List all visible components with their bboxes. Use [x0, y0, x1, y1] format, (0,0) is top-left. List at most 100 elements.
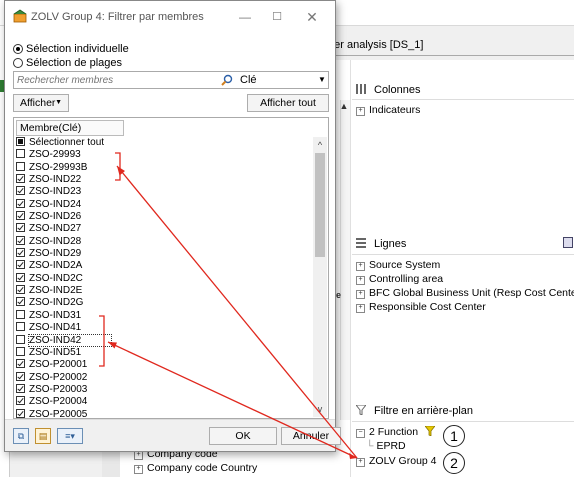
checked-checkbox[interactable] — [16, 359, 25, 369]
filter-active-icon — [424, 425, 436, 440]
select-all-item[interactable]: Sélectionner tout — [16, 137, 312, 149]
member-item[interactable]: ZSO-P20002 — [16, 371, 312, 384]
scroll-down-icon[interactable]: v — [313, 403, 327, 415]
scroll-thumb[interactable] — [315, 153, 325, 257]
maximize-icon[interactable]: ☐ — [268, 9, 286, 25]
title-separator — [325, 55, 574, 56]
member-item[interactable]: ZSO-IND23 — [16, 186, 312, 198]
columns-label: Colonnes — [374, 84, 421, 96]
list-options-icon[interactable]: ≡▾ — [57, 428, 83, 444]
expand-icon[interactable]: + — [356, 276, 365, 285]
expand-icon[interactable]: + — [134, 451, 143, 460]
member-item[interactable]: ZSO-IND42 — [16, 333, 312, 347]
chevron-down-icon[interactable]: ▼ — [316, 73, 328, 87]
cancel-button[interactable]: Annuler — [281, 427, 341, 445]
dialog-footer: ⧉ ▤ ≡▾ OK Annuler — [5, 419, 341, 451]
search-mode-value[interactable]: Clé — [240, 73, 257, 87]
mid-scrollbar[interactable] — [340, 100, 350, 420]
unchecked-checkbox[interactable] — [16, 322, 25, 332]
minimize-icon[interactable]: — — [236, 9, 254, 25]
checked-checkbox[interactable] — [16, 371, 25, 381]
checked-checkbox[interactable] — [16, 260, 25, 270]
tree-item-bfc-gbu[interactable]: + BFC Global Business Unit (Resp Cost Cen… — [356, 286, 574, 300]
member-search-input[interactable] — [17, 73, 207, 87]
checked-checkbox[interactable] — [16, 383, 25, 393]
member-item[interactable]: ZSO-IND24 — [16, 198, 312, 211]
member-item[interactable]: ZSO-29993 — [16, 149, 312, 161]
checked-checkbox[interactable] — [16, 186, 25, 196]
tree-item-indicators[interactable]: + Indicateurs — [356, 103, 420, 117]
member-item[interactable]: ZSO-P20003 — [16, 383, 312, 396]
member-label: ZSO-IND31 — [29, 309, 82, 321]
unchecked-checkbox[interactable] — [16, 309, 25, 319]
radio-selected-icon[interactable] — [13, 44, 23, 54]
member-item[interactable]: ZSO-IND22 — [16, 174, 312, 186]
checked-checkbox[interactable] — [16, 248, 25, 258]
member-item[interactable]: ZSO-IND2E — [16, 285, 312, 297]
radio-empty-icon[interactable] — [13, 58, 23, 68]
tree-item-controlling-area[interactable]: + Controlling area — [356, 272, 443, 286]
member-item[interactable]: ZSO-IND31 — [16, 309, 312, 322]
panel-options-icon[interactable] — [563, 237, 573, 248]
show-all-button[interactable]: Afficher tout — [247, 94, 329, 112]
close-icon[interactable]: ✕ — [303, 9, 321, 25]
tree-item-eprd[interactable]: └ EPRD — [366, 439, 406, 453]
unchecked-checkbox[interactable] — [16, 346, 25, 356]
member-item[interactable]: ZSO-IND2G — [16, 297, 312, 309]
expand-icon[interactable]: + — [356, 107, 365, 116]
copy-icon[interactable]: ⧉ — [13, 428, 29, 444]
member-item[interactable]: ZSO-P20004 — [16, 396, 312, 408]
field-company-code-country[interactable]: + Company code Country — [134, 462, 257, 475]
member-list-scrollbar[interactable]: ^ v — [313, 137, 327, 417]
unchecked-checkbox[interactable] — [16, 161, 25, 171]
columns-section: Colonnes — [356, 82, 420, 98]
divider — [352, 99, 574, 100]
checked-checkbox[interactable] — [16, 211, 25, 221]
member-item[interactable]: ZSO-IND2A — [16, 260, 312, 272]
mid-scroll-up-icon[interactable]: ▲ — [338, 100, 350, 112]
unchecked-checkbox[interactable] — [16, 149, 25, 159]
tree-item-responsible-cost-center[interactable]: + Responsible Cost Center — [356, 300, 486, 314]
folder-icon[interactable]: ▤ — [35, 428, 51, 444]
member-item[interactable]: ZSO-IND41 — [16, 322, 312, 334]
tree-item-2-function[interactable]: −2 Function — [356, 425, 436, 440]
member-search-box[interactable]: Clé ▼ — [13, 71, 329, 89]
checked-checkbox[interactable] — [16, 396, 25, 406]
member-item[interactable]: ZSO-P20005 — [16, 408, 312, 418]
ok-button[interactable]: OK — [209, 427, 277, 445]
checked-checkbox[interactable] — [16, 223, 25, 233]
scroll-up-icon[interactable]: ^ — [313, 139, 327, 151]
column-header-member-key[interactable]: Membre(Clé) — [16, 120, 124, 136]
checked-checkbox[interactable] — [16, 272, 25, 282]
select-all-checkbox[interactable] — [16, 137, 25, 146]
unchecked-checkbox[interactable] — [16, 334, 25, 344]
collapse-icon[interactable]: − — [356, 429, 365, 438]
expand-icon[interactable]: + — [356, 290, 365, 299]
member-item[interactable]: ZSO-IND28 — [16, 235, 312, 248]
search-icon[interactable] — [221, 74, 233, 86]
radio-range-selection[interactable]: Sélection de plages — [13, 56, 122, 70]
member-item[interactable]: ZSO-IND51 — [16, 346, 312, 359]
rows-section: Lignes — [356, 236, 406, 252]
checked-checkbox[interactable] — [16, 198, 25, 208]
checked-checkbox[interactable] — [16, 174, 25, 184]
member-item[interactable]: ZSO-IND27 — [16, 223, 312, 235]
member-item[interactable]: ZSO-29993B — [16, 161, 312, 174]
member-item[interactable]: ZSO-IND29 — [16, 248, 312, 260]
expand-icon[interactable]: + — [356, 458, 365, 467]
tree-item-zolv-group-4[interactable]: + ZOLV Group 4 — [356, 454, 437, 468]
display-dropdown-button[interactable]: Afficher ▼ — [13, 94, 69, 112]
tree-item-source-system[interactable]: + Source System — [356, 258, 440, 272]
expand-icon[interactable]: + — [356, 304, 365, 313]
checked-checkbox[interactable] — [16, 285, 25, 295]
checked-checkbox[interactable] — [16, 297, 25, 307]
member-item[interactable]: ZSO-IND2C — [16, 272, 312, 285]
checked-checkbox[interactable] — [16, 235, 25, 245]
radio-individual-selection[interactable]: Sélection individuelle — [13, 42, 129, 56]
member-items: Sélectionner tout ZSO-29993 ZSO-29993B ZSO… — [16, 137, 312, 418]
expand-icon[interactable]: + — [134, 465, 143, 474]
member-item[interactable]: ZSO-P20001 — [16, 359, 312, 371]
checked-checkbox[interactable] — [16, 408, 25, 418]
member-item[interactable]: ZSO-IND26 — [16, 211, 312, 223]
expand-icon[interactable]: + — [356, 262, 365, 271]
